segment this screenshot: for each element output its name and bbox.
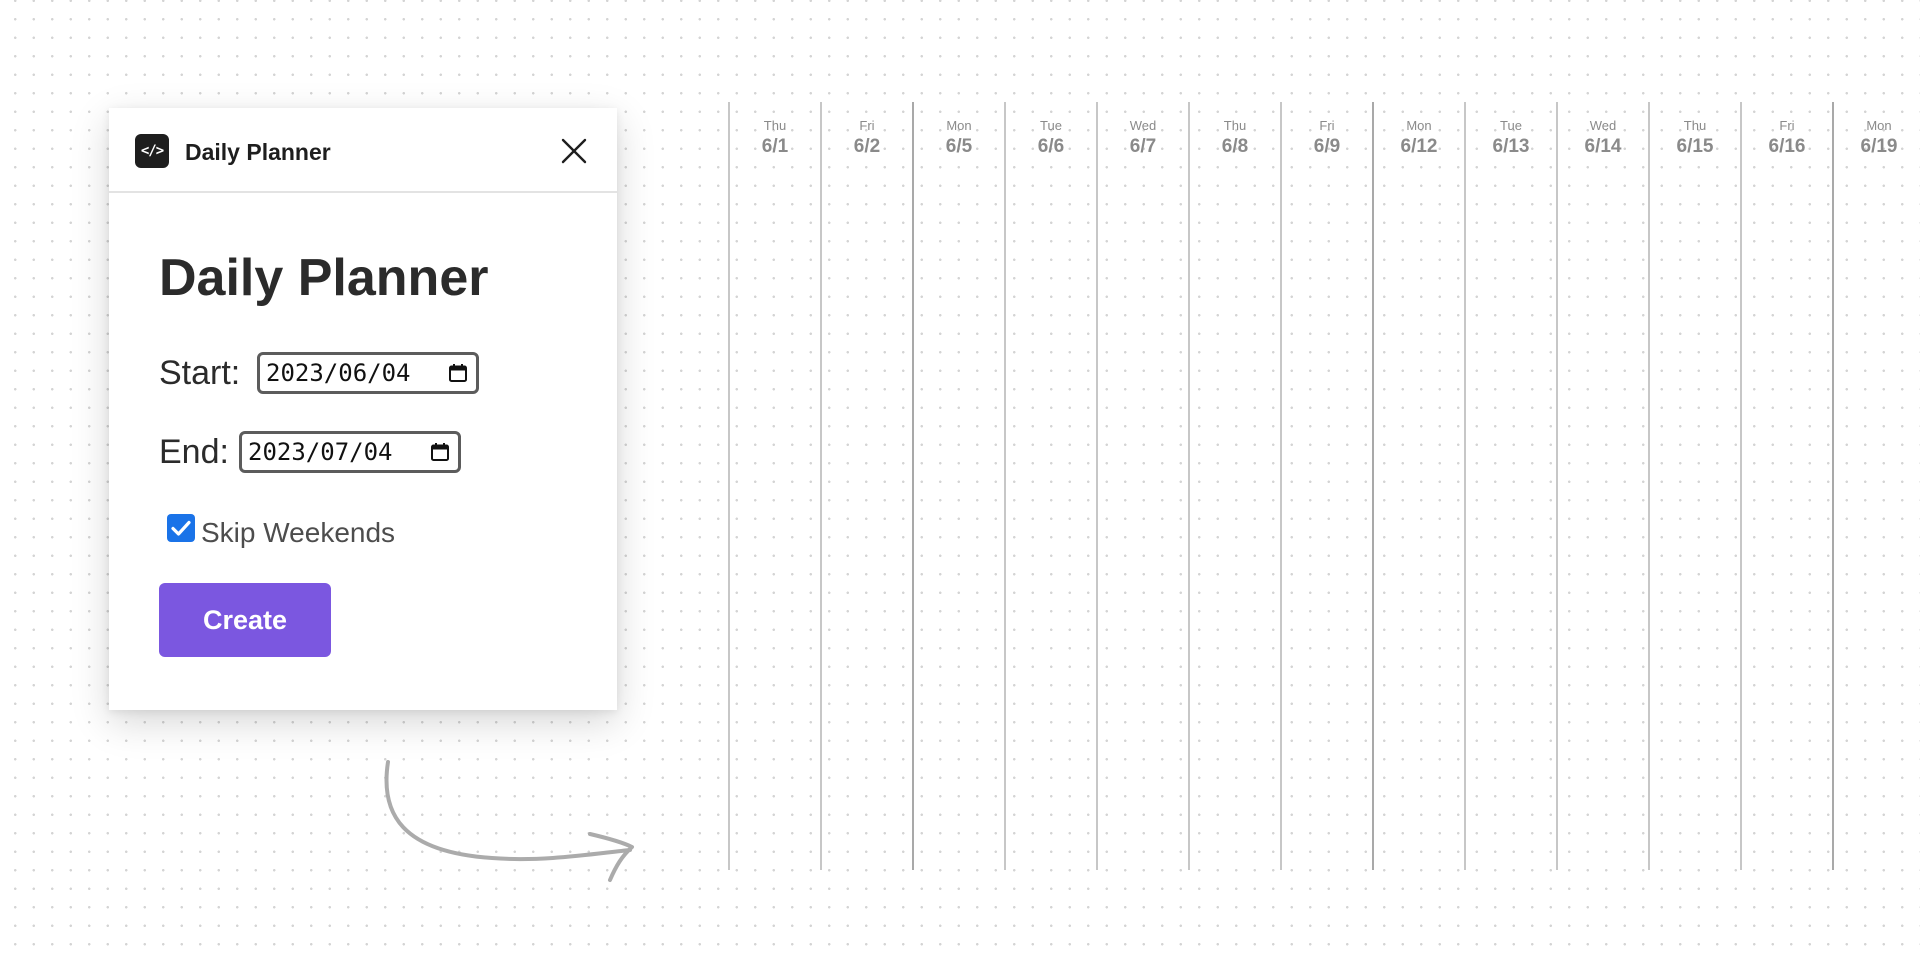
calendar-icon[interactable] <box>430 442 450 462</box>
page-title: Daily Planner <box>159 249 489 307</box>
skip-weekends-label[interactable]: Skip Weekends <box>201 517 395 549</box>
skip-weekends-row: Skip Weekends <box>167 514 447 548</box>
column-date: 6/12 <box>1400 136 1438 157</box>
column-date: 6/13 <box>1492 136 1530 157</box>
column-date: 6/7 <box>1129 136 1157 157</box>
skip-weekends-checkbox[interactable] <box>167 514 195 542</box>
column-day-of-week: Mon <box>1866 118 1892 133</box>
column-date: 6/8 <box>1221 136 1249 157</box>
start-date-input[interactable]: 2023/06/04 <box>257 352 479 394</box>
column-day-of-week: Thu <box>1223 118 1247 133</box>
close-button[interactable] <box>557 134 591 168</box>
column-day-of-week: Fri <box>859 118 875 133</box>
column-date: 6/2 <box>853 136 881 157</box>
column-date: 6/9 <box>1313 136 1341 157</box>
calendar-column: Wed 6/7 <box>1096 102 1188 870</box>
calendar-column: Mon 6/12 <box>1372 102 1464 870</box>
create-button[interactable]: Create <box>159 583 331 657</box>
column-day-of-week: Wed <box>1129 118 1157 133</box>
end-date-row: End: 2023/07/04 <box>159 429 499 475</box>
close-icon <box>561 138 587 164</box>
calendar-column: Tue 6/13 <box>1464 102 1556 870</box>
column-date: 6/14 <box>1584 136 1622 157</box>
column-day-of-week: Thu <box>1683 118 1707 133</box>
calendar-column: Fri 6/9 <box>1280 102 1372 870</box>
column-date: 6/6 <box>1037 136 1065 157</box>
end-date-input[interactable]: 2023/07/04 <box>239 431 461 473</box>
calendar-column: Thu 6/8 <box>1188 102 1280 870</box>
calendar-column: Mon 6/5 <box>912 102 1004 870</box>
end-date-label: End: <box>159 433 229 471</box>
column-date: 6/16 <box>1768 136 1806 157</box>
start-date-label: Start: <box>159 354 241 392</box>
code-icon: </> <box>135 134 169 168</box>
calendar-column: Fri 6/16 <box>1740 102 1832 870</box>
start-date-value: 2023/06/04 <box>266 359 411 387</box>
column-date: 6/15 <box>1676 136 1714 157</box>
column-day-of-week: Fri <box>1319 118 1335 133</box>
calendar-column: Wed 6/14 <box>1556 102 1648 870</box>
column-date: 6/5 <box>945 136 973 157</box>
calendar-column: Fri 6/2 <box>820 102 912 870</box>
column-day-of-week: Mon <box>946 118 972 133</box>
column-day-of-week: Tue <box>1500 118 1522 133</box>
end-date-value: 2023/07/04 <box>248 438 393 466</box>
calendar-columns: Thu 6/1 Fri 6/2 Mon 6/5 Tue 6/6 Wed 6/7 Thu 6/8 Fri 6… <box>728 102 1920 870</box>
column-day-of-week: Mon <box>1406 118 1432 133</box>
window-title: Daily Planner <box>185 139 331 165</box>
panel-header: </> Daily Planner <box>109 108 617 193</box>
calendar-icon[interactable] <box>448 363 468 383</box>
calendar-column: Thu 6/15 <box>1648 102 1740 870</box>
calendar-column: Mon 6/19 <box>1832 102 1920 870</box>
column-date: 6/19 <box>1860 136 1898 157</box>
calendar-column: Thu 6/1 <box>728 102 820 870</box>
column-day-of-week: Wed <box>1589 118 1617 133</box>
column-day-of-week: Tue <box>1040 118 1062 133</box>
calendar-column: Tue 6/6 <box>1004 102 1096 870</box>
plugin-panel: </> Daily Planner Daily Planner Start: 2… <box>109 108 617 710</box>
start-date-row: Start: 2023/06/04 <box>159 350 499 396</box>
checkmark-icon <box>171 520 191 536</box>
column-date: 6/1 <box>761 136 789 157</box>
column-day-of-week: Fri <box>1779 118 1795 133</box>
curved-arrow-icon <box>384 760 634 882</box>
column-day-of-week: Thu <box>763 118 787 133</box>
